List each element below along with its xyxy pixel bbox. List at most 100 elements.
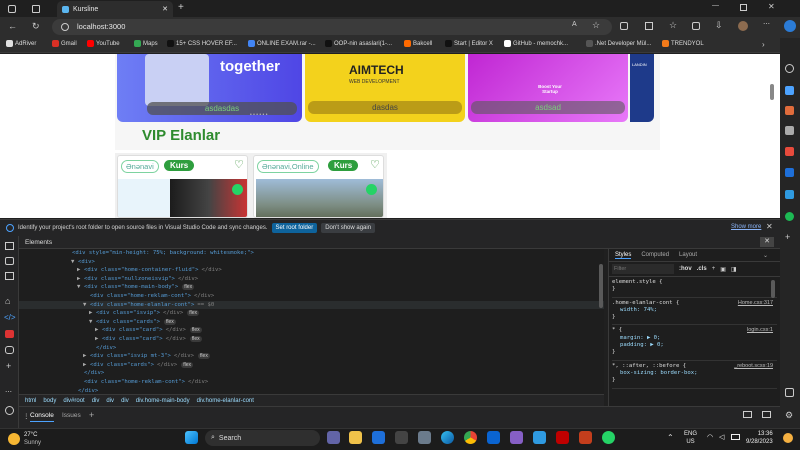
style-rule[interactable]: element.style {} (612, 279, 777, 298)
favorites-icon[interactable]: ☆ (669, 20, 677, 31)
dom-node[interactable]: <div class="home-reklam-cont"> </div> (19, 378, 604, 387)
tab-console[interactable]: Console (30, 412, 54, 422)
styles-scrollbar[interactable] (771, 280, 775, 298)
dom-node[interactable]: </div> (19, 344, 604, 353)
flex-badge[interactable]: flex (182, 284, 195, 291)
dom-node[interactable]: ▼ <div class="home-main-body"> flex (19, 283, 604, 292)
expand-arrow-icon[interactable]: ▶ (83, 352, 90, 361)
heart-icon[interactable]: ♡ (370, 158, 380, 171)
fav-youtube[interactable]: YouTube (87, 40, 120, 47)
elements-panel-tab[interactable]: Elements (25, 239, 52, 246)
fav-editorx[interactable]: Start | Editor X (445, 40, 493, 47)
close-drawer-icon[interactable] (762, 411, 771, 418)
hov-toggle[interactable]: :hov (679, 266, 692, 272)
dont-show-again-button[interactable]: Don't show again (321, 223, 376, 233)
downloads-icon[interactable]: ⇩ (715, 20, 723, 31)
elements-tool-icon[interactable]: </> (4, 313, 16, 322)
visual-studio-icon[interactable] (510, 431, 523, 444)
calculator-icon[interactable] (418, 431, 431, 444)
expand-arrow-icon[interactable]: ▼ (89, 318, 96, 327)
fav-adriver[interactable]: AdRiver (6, 40, 36, 47)
weather-widget[interactable]: 27°C Sunny (8, 431, 41, 447)
tab-kursline[interactable]: Kursline ✕ (57, 1, 173, 17)
tab-styles[interactable]: Styles (615, 252, 632, 259)
edge-icon[interactable] (441, 431, 454, 444)
fav-bakcell[interactable]: Bakcell (404, 40, 432, 47)
wifi-icon[interactable]: ◠ (707, 433, 713, 441)
cls-toggle[interactable]: .cls (697, 266, 707, 272)
split-screen-icon[interactable] (645, 22, 653, 30)
close-devtools-button[interactable]: ✕ (760, 237, 774, 247)
add-tool-icon[interactable]: + (6, 361, 11, 371)
vscode-icon[interactable] (533, 431, 546, 444)
welcome-icon[interactable] (5, 272, 14, 280)
expand-arrow-icon[interactable]: ▶ (77, 266, 84, 275)
help-icon[interactable] (5, 406, 14, 415)
flex-badge[interactable]: flex (164, 318, 176, 325)
whatsapp-icon[interactable] (232, 184, 243, 195)
computed-sidebar-icon[interactable]: ◨ (731, 266, 737, 273)
expand-arrow-icon[interactable]: ▶ (83, 361, 90, 370)
taskbar-search[interactable]: ⌕ Search (205, 430, 320, 446)
new-tab-icon[interactable]: + (178, 2, 184, 13)
breadcrumb-item[interactable]: body (43, 398, 56, 404)
address-bar[interactable]: localhost:3000 (52, 19, 612, 35)
mail-icon[interactable] (372, 431, 385, 444)
whatsapp-icon[interactable] (602, 431, 615, 444)
breadcrumb-item[interactable]: html (25, 398, 36, 404)
page-scrollbar[interactable] (770, 84, 774, 100)
favorite-star-icon[interactable]: ☆ (592, 20, 600, 31)
dom-node[interactable]: ▶ <div class="isvip"> </div> flex (19, 309, 604, 318)
breadcrumb-item[interactable]: div (92, 398, 100, 404)
window-menu-icon[interactable] (8, 5, 16, 13)
flex-badge[interactable]: flex (198, 353, 210, 360)
style-rule[interactable]: .home-elanlar-cont {Home.css:317 width: 7… (612, 300, 777, 326)
dom-node[interactable]: <div style="min-height: 75%; background:… (19, 249, 604, 258)
notifications-icon[interactable] (783, 433, 793, 443)
fav-trendyol[interactable]: TRENDYOL (662, 40, 704, 47)
breadcrumb-item[interactable]: div (121, 398, 129, 404)
drawer-menu-icon[interactable]: ⋮ (23, 412, 30, 420)
expand-arrow-icon[interactable]: ▼ (71, 258, 78, 267)
more-tools-icon[interactable]: ⋯ (5, 388, 12, 396)
tools-icon[interactable] (785, 106, 794, 115)
style-property[interactable]: margin: ▶ 0; (612, 335, 777, 342)
tab-computed[interactable]: Computed (641, 252, 669, 258)
dom-node[interactable]: ▶ <div class="home-container-fluid"> </div… (19, 266, 604, 275)
dom-node[interactable]: <div class="home-reklam-cont"> </div> (19, 292, 604, 301)
inspect-icon[interactable] (5, 242, 14, 250)
language-indicator[interactable]: ENG US (684, 430, 697, 446)
chevron-up-icon[interactable]: ⌃ (667, 433, 674, 442)
element-state-icon[interactable]: ▣ (720, 266, 726, 273)
office-icon[interactable] (785, 147, 794, 156)
style-rule[interactable]: * {login.css:1 margin: ▶ 0; padding: ▶ 0;} (612, 327, 777, 361)
flex-badge[interactable]: flex (189, 335, 202, 342)
battery-icon[interactable] (731, 434, 740, 440)
more-icon[interactable]: ⋯ (763, 20, 770, 28)
dom-node[interactable]: </div> (19, 387, 604, 395)
show-more-link[interactable]: Show more (731, 224, 761, 230)
outlook-icon[interactable] (487, 431, 500, 444)
breadcrumb-item[interactable]: div (106, 398, 114, 404)
extensions-icon[interactable] (620, 22, 628, 30)
banner-card[interactable]: Boost Your Startup asdsad (468, 54, 628, 122)
site-info-icon[interactable] (61, 23, 69, 31)
fav-maps[interactable]: Maps (134, 40, 158, 47)
spotify-icon[interactable] (785, 212, 794, 221)
banner-card[interactable]: AIMTECH WEB DEVELOPMENT dasdas (305, 54, 465, 122)
fav-gmail[interactable]: Gmail (52, 40, 77, 47)
dom-node[interactable]: ▶ <div class="nullzoneisvip"> </div> (19, 275, 604, 284)
chevron-right-icon[interactable]: › (762, 40, 765, 49)
dom-node[interactable]: ▶ <div class="isvip mt-3"> </div> flex (19, 352, 604, 361)
expand-arrow-icon[interactable]: ▶ (95, 326, 102, 335)
style-property[interactable]: width: 74%; (612, 307, 777, 314)
expand-arrow-icon[interactable]: ▶ (89, 309, 96, 318)
breadcrumb-item[interactable]: div#root (63, 398, 84, 404)
dock-icon[interactable] (743, 411, 752, 418)
fav-net-developer[interactable]: .Net Developer Mül... (586, 40, 651, 47)
debug-icon[interactable] (5, 346, 14, 354)
close-infobar-icon[interactable]: ✕ (766, 222, 773, 231)
home-icon[interactable]: ⌂ (5, 296, 10, 306)
flex-badge[interactable]: flex (187, 310, 199, 317)
chevron-down-icon[interactable]: ⌄ (763, 252, 768, 259)
